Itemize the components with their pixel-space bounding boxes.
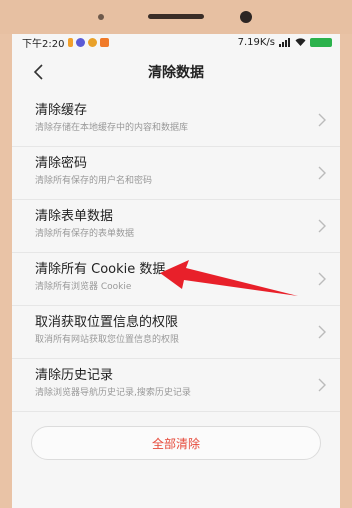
front-camera (240, 11, 252, 23)
item-title: 取消获取位置信息的权限 (35, 315, 179, 330)
chevron-right-icon (318, 272, 326, 286)
phone-screen: 下午2:20 7.19K/s 清除数据 清除缓存 清除存储在本地缓存中的内容和数… (12, 34, 340, 508)
network-speed: 7.19K/s (237, 36, 275, 48)
back-arrow-icon[interactable] (32, 64, 46, 80)
chevron-right-icon (318, 219, 326, 233)
page-title: 清除数据 (148, 65, 204, 81)
page-header: 清除数据 (12, 50, 340, 94)
chevron-right-icon (318, 378, 326, 392)
status-right: 7.19K/s (238, 37, 332, 48)
notification-app-icon (76, 37, 86, 47)
item-subtitle: 清除所有浏览器 Cookie (35, 282, 132, 292)
chevron-right-icon (318, 166, 326, 180)
notification-icons (68, 37, 110, 47)
earpiece-speaker (148, 14, 204, 19)
status-time: 下午2:20 (22, 38, 65, 50)
chevron-right-icon (318, 113, 326, 127)
item-title: 清除历史记录 (35, 368, 114, 383)
clear-cache-item[interactable]: 清除缓存 清除存储在本地缓存中的内容和数据库 (12, 94, 340, 147)
item-subtitle: 取消所有网站获取您位置信息的权限 (35, 335, 180, 345)
item-title: 清除密码 (35, 156, 88, 171)
notification-app-icon (100, 37, 110, 47)
chevron-right-icon (318, 325, 326, 339)
phone-frame-top (0, 0, 352, 34)
revoke-location-permission-item[interactable]: 取消获取位置信息的权限 取消所有网站获取您位置信息的权限 (12, 306, 340, 359)
footer-area: 全部清除 (12, 412, 340, 460)
notification-app-icon (68, 37, 74, 47)
clear-cookies-item[interactable]: 清除所有 Cookie 数据 清除所有浏览器 Cookie (12, 253, 340, 306)
status-bar: 下午2:20 7.19K/s (12, 34, 340, 50)
clear-all-button[interactable]: 全部清除 (31, 426, 321, 460)
clear-options-list: 清除缓存 清除存储在本地缓存中的内容和数据库 清除密码 清除所有保存的用户名和密… (12, 94, 340, 412)
item-subtitle: 清除存储在本地缓存中的内容和数据库 (35, 123, 189, 133)
proximity-sensor (98, 14, 104, 20)
clear-form-data-item[interactable]: 清除表单数据 清除所有保存的表单数据 (12, 200, 340, 253)
item-title: 清除缓存 (35, 103, 88, 118)
item-subtitle: 清除所有保存的表单数据 (35, 229, 135, 239)
clear-passwords-item[interactable]: 清除密码 清除所有保存的用户名和密码 (12, 147, 340, 200)
item-subtitle: 清除所有保存的用户名和密码 (35, 176, 153, 186)
item-title: 清除表单数据 (35, 209, 114, 224)
notification-app-icon (88, 37, 98, 47)
wifi-icon (295, 37, 306, 46)
battery-icon (310, 37, 332, 47)
item-subtitle: 清除浏览器导航历史记录,搜索历史记录 (35, 388, 191, 398)
item-title: 清除所有 Cookie 数据 (35, 262, 166, 277)
clear-history-item[interactable]: 清除历史记录 清除浏览器导航历史记录,搜索历史记录 (12, 359, 340, 412)
signal-icon (279, 37, 290, 47)
